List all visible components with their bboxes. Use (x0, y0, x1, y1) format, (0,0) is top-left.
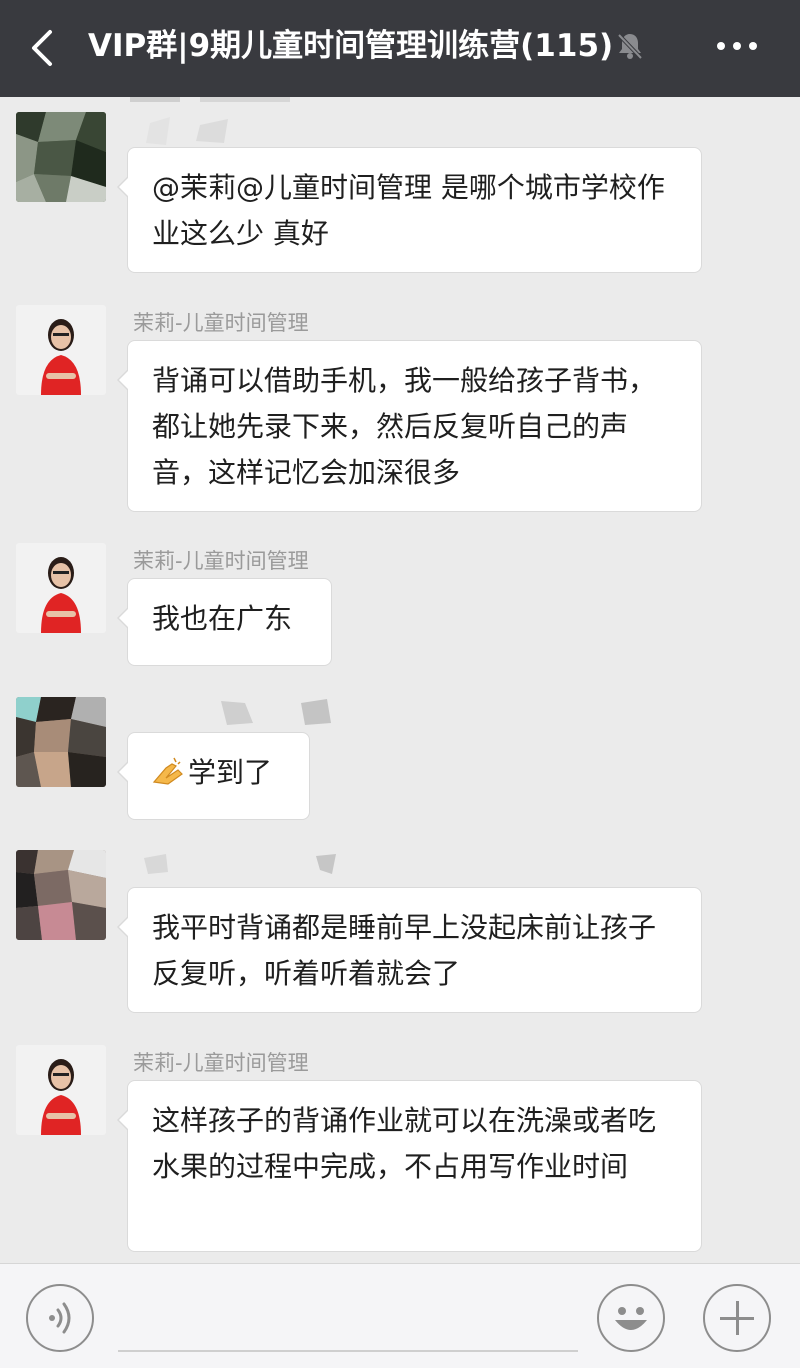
blurred-sender-name (146, 117, 228, 145)
blurred-sender-name (144, 854, 336, 874)
message-text: 背诵可以借助手机，我一般给孩子背书，都让她先录下来，然后反复听自己的声音，这样记… (152, 364, 657, 489)
more-dots-icon[interactable] (716, 36, 758, 56)
input-underline (118, 1350, 578, 1352)
avatar[interactable] (16, 543, 106, 633)
emoji-button[interactable] (597, 1284, 665, 1352)
message-text: 我平时背诵都是睡前早上没起床前让孩子反复听，听着听着就会了 (152, 911, 657, 990)
avatar[interactable] (16, 112, 106, 202)
avatar[interactable] (16, 305, 106, 395)
chat-messages-area[interactable]: @茉莉@儿童时间管理 是哪个城市学校作业这么少 真好 茉莉-儿童时间管理 背诵可… (0, 97, 800, 1263)
chat-header: VIP群|9期儿童时间管理训练营(115) (0, 0, 800, 97)
blurred-sender-name (221, 699, 331, 725)
avatar[interactable] (16, 850, 106, 940)
message-text: 我也在广东 (152, 602, 293, 635)
message-text: 这样孩子的背诵作业就可以在洗澡或者吃水果的过程中完成，不占用写作业时间 (152, 1104, 657, 1183)
blurred-sender-name (130, 97, 290, 102)
avatar[interactable] (16, 697, 106, 787)
chevron-left-icon[interactable] (26, 26, 60, 70)
message-bubble[interactable]: 我也在广东 (117, 578, 332, 666)
plus-button[interactable] (703, 1284, 771, 1352)
voice-input-icon (49, 1302, 71, 1334)
clapping-hands-emoji-icon (152, 757, 183, 785)
message-input[interactable] (118, 1286, 578, 1352)
sender-name: 茉莉-儿童时间管理 (133, 311, 309, 335)
message-bubble[interactable]: 这样孩子的背诵作业就可以在洗澡或者吃水果的过程中完成，不占用写作业时间 (117, 1080, 702, 1252)
input-bar (0, 1263, 800, 1368)
message-text: 学到了 (188, 756, 273, 789)
chat-title: VIP群|9期儿童时间管理训练营(115) (88, 28, 614, 64)
avatar[interactable] (16, 1045, 106, 1135)
emoji-face-icon (615, 1307, 647, 1330)
sender-name: 茉莉-儿童时间管理 (133, 549, 309, 573)
voice-input-button[interactable] (26, 1284, 94, 1352)
message-bubble[interactable]: 背诵可以借助手机，我一般给孩子背书，都让她先录下来，然后反复听自己的声音，这样记… (117, 340, 702, 512)
sender-name: 茉莉-儿童时间管理 (133, 1051, 309, 1075)
bell-muted-icon (617, 33, 643, 60)
message-bubble[interactable]: 我平时背诵都是睡前早上没起床前让孩子反复听，听着听着就会了 (117, 887, 702, 1013)
message-bubble[interactable]: @茉莉@儿童时间管理 是哪个城市学校作业这么少 真好 (117, 147, 702, 273)
message-bubble[interactable]: 学到了 (117, 732, 310, 820)
message-text: @茉莉@儿童时间管理 是哪个城市学校作业这么少 真好 (152, 171, 665, 250)
